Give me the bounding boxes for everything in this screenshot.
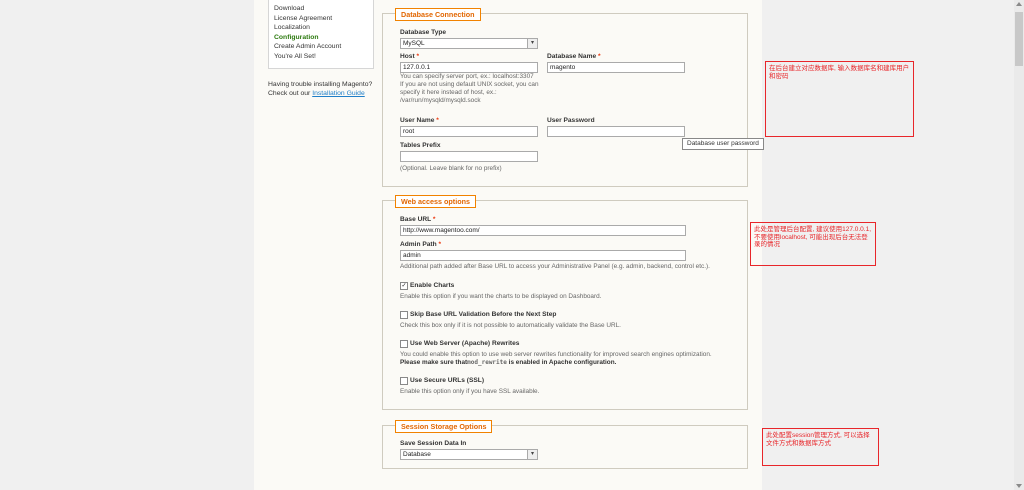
- step-item: License Agreement: [274, 14, 333, 22]
- save-session-data-select[interactable]: Database ▾: [400, 449, 538, 460]
- admin-path-note: Additional path added after Base URL to …: [400, 263, 710, 270]
- help-prefix: Check out our: [268, 90, 313, 97]
- chevron-down-icon: ▾: [527, 39, 537, 48]
- host-note: You can specify server port, ex.: localh…: [400, 73, 539, 104]
- database-connection-legend: Database Connection: [395, 8, 481, 21]
- use-secure-urls-note: Enable this option only if you have SSL …: [400, 388, 540, 395]
- use-web-server-rewrites-label: Use Web Server (Apache) Rewrites: [410, 340, 520, 347]
- checkmark-icon: ✓: [401, 283, 407, 289]
- annotation-web-access: 此处是管理后台配置, 建议使用127.0.0.1, 不要使用localhost,…: [750, 222, 876, 266]
- annotation-database: 在后台建立对应数据库, 输入数据库名和建库用户和密码: [765, 61, 914, 137]
- mod-rewrite-note: Please make sure thatmod_rewrite is enab…: [400, 359, 617, 366]
- database-name-label: Database Name *: [547, 53, 601, 60]
- use-web-server-rewrites-note: You could enable this option to use web …: [400, 351, 712, 358]
- step-item: Configuration: [274, 33, 319, 41]
- host-input[interactable]: 127.0.0.1: [400, 62, 538, 73]
- web-access-options-legend: Web access options: [395, 195, 476, 208]
- installation-steps: Download License Agreement Localization Con…: [268, 0, 374, 69]
- database-connection-section: Database Connection Database Type MySQL …: [382, 8, 748, 187]
- base-url-input[interactable]: http://www.magentoo.com/: [400, 225, 686, 236]
- use-secure-urls-label: Use Secure URLs (SSL): [410, 377, 485, 384]
- help-text: Having trouble installing Magento?: [268, 81, 373, 88]
- save-session-data-label: Save Session Data In: [400, 440, 467, 447]
- installation-guide-link[interactable]: Installation Guide: [312, 90, 365, 97]
- annotation-session: 此处配置session管理方式, 可以选择文件方式和数据库方式: [762, 428, 879, 466]
- database-type-select[interactable]: MySQL ▾: [400, 38, 538, 49]
- database-type-value: MySQL: [403, 40, 425, 47]
- database-name-input[interactable]: magento: [547, 62, 685, 73]
- user-password-input[interactable]: [547, 126, 685, 137]
- help-box: Having trouble installing Magento? Check…: [268, 80, 378, 98]
- skip-base-url-validation-checkbox[interactable]: [400, 311, 408, 319]
- host-label: Host *: [400, 53, 420, 60]
- step-item: Download: [274, 5, 305, 12]
- user-name-label: User Name *: [400, 117, 439, 124]
- step-item: Create Admin Account: [274, 43, 342, 50]
- user-password-label: User Password: [547, 117, 595, 124]
- user-name-input[interactable]: root: [400, 126, 538, 137]
- tables-prefix-input[interactable]: [400, 151, 538, 162]
- scroll-up-arrow-icon[interactable]: [1016, 2, 1022, 6]
- enable-charts-note: Enable this option if you want the chart…: [400, 293, 602, 300]
- session-storage-options-legend: Session Storage Options: [395, 420, 493, 433]
- step-item: Localization: [274, 24, 310, 31]
- skip-base-url-validation-note: Check this box only if it is not possibl…: [400, 322, 621, 329]
- vertical-scrollbar[interactable]: [1014, 0, 1024, 490]
- save-session-data-value: Database: [403, 451, 431, 458]
- enable-charts-label: Enable Charts: [410, 282, 455, 289]
- base-url-label: Base URL *: [400, 216, 436, 223]
- use-secure-urls-checkbox[interactable]: [400, 377, 408, 385]
- password-tooltip: Database user password: [682, 138, 764, 150]
- session-storage-options-section: Session Storage Options Save Session Dat…: [382, 420, 748, 469]
- step-item: You're All Set!: [274, 52, 316, 60]
- tables-prefix-label: Tables Prefix: [400, 142, 441, 149]
- scroll-down-arrow-icon[interactable]: [1016, 484, 1022, 488]
- use-web-server-rewrites-checkbox[interactable]: [400, 340, 408, 348]
- chevron-down-icon: ▾: [527, 450, 537, 459]
- skip-base-url-validation-label: Skip Base URL Validation Before the Next…: [410, 311, 557, 318]
- enable-charts-checkbox[interactable]: ✓: [400, 282, 408, 290]
- web-access-options-section: Web access options Base URL * http://www…: [382, 195, 748, 410]
- admin-path-label: Admin Path *: [400, 241, 442, 248]
- scrollbar-thumb[interactable]: [1015, 12, 1023, 66]
- admin-path-input[interactable]: admin: [400, 250, 686, 261]
- database-type-label: Database Type: [400, 29, 447, 36]
- tables-prefix-note: (Optional. Leave blank for no prefix): [400, 165, 502, 172]
